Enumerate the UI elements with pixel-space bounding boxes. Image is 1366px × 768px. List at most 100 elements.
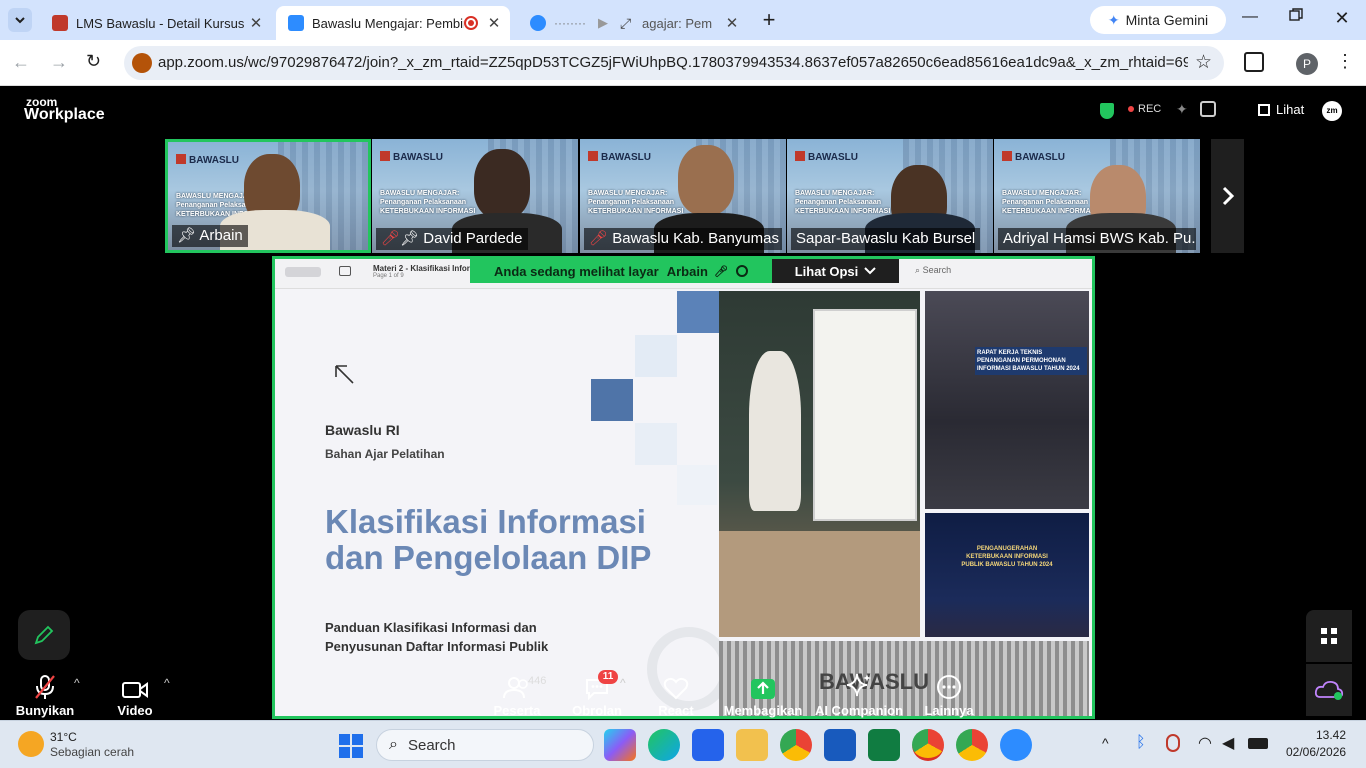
mic-tray-icon[interactable] <box>1166 734 1180 752</box>
volume-icon[interactable]: ◀ <box>1222 733 1234 753</box>
tab-zoom-popup[interactable]: ········ ▶ ⤢ agajar: Pem ✕ <box>520 6 748 40</box>
viewer-search[interactable]: ⌕ Search <box>915 265 951 276</box>
play-icon[interactable]: ▶ <box>598 15 620 31</box>
participant-tile-sapar[interactable]: BAWASLU BAWASLU MENGAJAR: Penanganan Pela… <box>787 139 993 253</box>
shared-screen[interactable]: Materi 2 - Klasifikasi Inform Page 1 of … <box>272 256 1095 719</box>
more-label: Lainnya <box>924 703 974 718</box>
close-icon[interactable]: ✕ <box>722 14 742 32</box>
participants-button[interactable]: Peserta <box>472 668 562 720</box>
zoom-app-icon[interactable] <box>1000 729 1032 761</box>
conference-banner: RAPAT KERJA TEKNIS PENANGANAN PERMOHONAN… <box>975 347 1087 375</box>
share-button[interactable]: Membagikan <box>718 668 808 720</box>
participant-tile-adriyal[interactable]: BAWASLU BAWASLU MENGAJAR: Penanganan Pela… <box>994 139 1200 253</box>
site-info-icon[interactable] <box>132 53 152 73</box>
react-button[interactable]: React <box>631 668 721 720</box>
tray-overflow-icon[interactable]: ^ <box>1102 735 1109 751</box>
tab-title: Bawaslu Mengajar: Pembina <box>312 15 464 31</box>
participant-tile-banyumas[interactable]: BAWASLU BAWASLU MENGAJAR: Penanganan Pela… <box>580 139 786 253</box>
tab-search-button[interactable] <box>8 8 32 32</box>
tab-lms-bawaslu[interactable]: LMS Bawaslu - Detail Kursus ✕ <box>40 6 272 40</box>
participant-name: 🎤︎ Bawaslu Kab. Banyumas <box>584 228 782 250</box>
file-explorer-icon[interactable] <box>736 729 768 761</box>
video-options-caret[interactable]: ^ <box>164 676 170 690</box>
participant-video <box>474 149 530 219</box>
chat-options-caret[interactable]: ^ <box>620 676 626 690</box>
bookmark-star-icon[interactable]: ☆ <box>1195 51 1212 74</box>
battery-icon[interactable] <box>1248 738 1268 749</box>
security-shield-icon[interactable] <box>1100 103 1114 119</box>
weather-temp: 31°C <box>50 730 77 744</box>
start-button[interactable] <box>338 733 364 759</box>
weather-desc: Sebagian cerah <box>50 745 135 759</box>
view-button[interactable]: Lihat <box>1258 102 1304 117</box>
extensions-icon[interactable] <box>1244 52 1264 72</box>
clock-date[interactable]: 02/06/2026 <box>1286 745 1346 759</box>
chrome-profile-2-icon[interactable] <box>956 729 988 761</box>
tile-logo: BAWASLU <box>1002 151 1065 163</box>
participant-video <box>678 145 734 215</box>
address-bar[interactable]: app.zoom.us/wc/97029876472/join?_x_zm_rt… <box>124 46 1224 80</box>
restore-button[interactable] <box>1284 8 1308 32</box>
sidebar-toggle-icon[interactable] <box>339 266 351 276</box>
ai-sparkle-icon[interactable]: ✦ <box>1176 101 1188 118</box>
minimize-button[interactable]: — <box>1238 8 1262 32</box>
taskbar-search[interactable]: ⌕ Search <box>376 729 594 761</box>
apps-button[interactable] <box>1306 610 1352 662</box>
rec-indicator[interactable]: REC <box>1128 103 1161 115</box>
clock-time[interactable]: 13.42 <box>1316 728 1346 742</box>
deco-square <box>677 465 717 505</box>
more-button[interactable]: Lainnya <box>904 668 994 720</box>
mic-muted-icon <box>35 675 55 699</box>
new-tab-button[interactable]: + <box>758 6 780 34</box>
browser-menu-icon[interactable]: ⋮ <box>1336 51 1354 72</box>
notepad-icon[interactable] <box>692 729 724 761</box>
tile-logo: BAWASLU <box>588 151 651 163</box>
gemini-button[interactable]: ✦ Minta Gemini <box>1090 6 1226 34</box>
copilot-icon[interactable] <box>604 729 636 761</box>
recording-icon <box>464 16 478 30</box>
profile-avatar[interactable]: P <box>1296 53 1318 75</box>
chrome-profile-icon[interactable] <box>912 729 944 761</box>
zoom-avatar[interactable]: zm <box>1322 101 1342 121</box>
chrome-icon[interactable] <box>780 729 812 761</box>
viewer-window-icon[interactable] <box>285 267 321 277</box>
share-banner-text: Anda sedang melihat layar <box>494 263 659 279</box>
close-window-button[interactable]: ✕ <box>1330 8 1354 32</box>
chevron-right-icon <box>1222 186 1234 206</box>
bluetooth-icon[interactable]: ᛒ <box>1136 734 1146 752</box>
wifi-icon[interactable]: ◠ <box>1198 733 1212 753</box>
trainer-figure <box>749 351 801 511</box>
forward-button[interactable]: → <box>50 52 72 74</box>
camera-icon <box>122 682 148 698</box>
close-icon[interactable]: ✕ <box>484 14 504 32</box>
photo-award: PENGANUGERAHAN KETERBUKAAN INFORMASI PUB… <box>925 513 1089 637</box>
participants-label: Peserta <box>493 703 541 718</box>
tile-subtitle: BAWASLU MENGAJAR: Penanganan Pelaksanaan K… <box>795 190 891 215</box>
ai-companion-button[interactable]: AI Companion <box>814 668 904 720</box>
tab-zoom-meeting[interactable]: Bawaslu Mengajar: Pembina ✕ <box>276 6 510 40</box>
fullscreen-icon[interactable] <box>1200 101 1216 117</box>
expand-icon[interactable]: ⤢ <box>620 15 642 32</box>
slide-title-line2: dan Pengelolaan DIP <box>325 539 652 576</box>
react-label: React <box>658 703 694 718</box>
close-icon[interactable]: ✕ <box>246 14 266 32</box>
reload-button[interactable]: ↻ <box>86 51 108 73</box>
excel-icon[interactable] <box>868 729 900 761</box>
view-options-button[interactable]: Lihat Opsi <box>772 259 899 283</box>
participant-tile-arbain[interactable]: BAWASLU BAWASLU MENGAJAR: Penanganan Pela… <box>165 139 371 253</box>
participant-tile-david[interactable]: BAWASLU BAWASLU MENGAJAR: Penanganan Pela… <box>372 139 578 253</box>
gallery-next-button[interactable] <box>1211 139 1244 253</box>
weather-widget[interactable]: 31°C Sebagian cerah <box>16 727 166 763</box>
windows-logo-icon <box>339 734 363 758</box>
tile-subtitle: BAWASLU MENGAJAR: Penanganan Pelaksanaan K… <box>380 190 476 215</box>
pencil-icon <box>34 625 54 645</box>
back-button[interactable]: ← <box>12 52 34 74</box>
chat-button[interactable]: Obrolan <box>552 668 642 720</box>
audio-options-caret[interactable]: ^ <box>74 676 80 690</box>
annotate-button[interactable] <box>18 610 70 660</box>
edge-icon[interactable] <box>648 729 680 761</box>
tab-title: LMS Bawaslu - Detail Kursus <box>76 15 245 31</box>
share-status-icon <box>735 265 748 277</box>
word-icon[interactable] <box>824 729 856 761</box>
lms-favicon <box>52 15 68 31</box>
